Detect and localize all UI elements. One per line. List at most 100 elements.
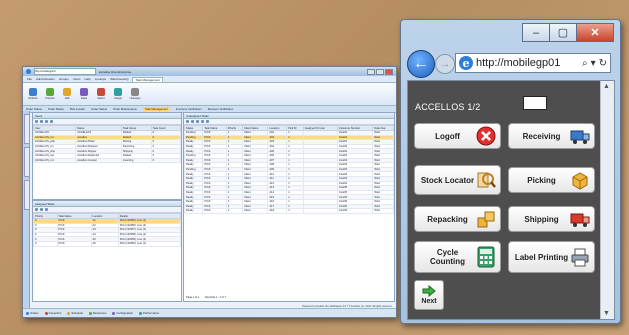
module-link[interactable]: Performance bbox=[139, 311, 159, 315]
module-link[interactable]: Resources bbox=[88, 311, 106, 315]
ribbon-button[interactable]: Process bbox=[44, 88, 56, 100]
minimize-icon[interactable] bbox=[367, 68, 375, 75]
assigned-panel: Assigned Tasks Priority Task Name Location… bbox=[32, 200, 182, 302]
pager-records: Records 1 - 7 of 7 bbox=[205, 296, 226, 299]
desktop-window-buttons bbox=[367, 68, 393, 75]
table-row[interactable]: 0 PICK A6 Pick (123460), Line (1) bbox=[33, 241, 182, 247]
workspace-tab[interactable]: Receiver Verification bbox=[208, 107, 234, 111]
ribbon-tab[interactable]: Administration bbox=[36, 77, 55, 81]
table-cell: 0 bbox=[33, 241, 58, 247]
unassigned-grid: Status Task Name Priority Client Name Locati… bbox=[183, 125, 394, 214]
menu-selection-input[interactable] bbox=[523, 96, 547, 110]
logoff-button[interactable]: Logoff bbox=[414, 123, 501, 149]
ribbon-button[interactable]: Refresh bbox=[27, 88, 39, 100]
table-cell: ACCELLOS_cnt bbox=[32, 157, 77, 164]
address-bar[interactable]: e http://mobilegp01 ⌕ ▾ ↻ bbox=[455, 53, 611, 73]
module-label: Inspection bbox=[48, 311, 62, 315]
workspace-tab[interactable]: Pick Locator bbox=[70, 107, 85, 111]
table-row[interactable]: ACCELLOS_cnt Accellos Counter Counting 0 bbox=[32, 157, 182, 164]
assigned-grid: Priority Task Name Location Details 0 PICK A1 P… bbox=[33, 213, 182, 247]
forward-button[interactable]: → bbox=[435, 54, 455, 74]
workspace-tab[interactable]: Order Maintenance bbox=[113, 107, 137, 111]
cycle-counting-label: Cycle Counting bbox=[429, 248, 466, 266]
ribbon-button-label: Refresh bbox=[28, 97, 38, 100]
repacking-button[interactable]: Repacking bbox=[414, 206, 501, 232]
module-icon bbox=[44, 311, 48, 315]
ribbon-tab[interactable]: Task Management bbox=[132, 76, 163, 82]
ribbon-button[interactable]: Add bbox=[61, 88, 73, 100]
ribbon-toolbar: Refresh Process Add Value Select Assign Unassi… bbox=[23, 83, 396, 106]
table-cell: A6 bbox=[90, 241, 119, 247]
cycle-counting-button[interactable]: Cycle Counting bbox=[414, 241, 501, 273]
vertical-scrollbar[interactable]: ▲ ▼ bbox=[600, 81, 614, 319]
workspace-tab[interactable]: Order Status bbox=[91, 107, 107, 111]
module-link[interactable]: Configuration bbox=[112, 311, 133, 315]
workspace-tab[interactable]: Inventory Verification bbox=[176, 107, 202, 111]
navigation-bar: ← → e http://mobilegp01 ⌕ ▾ ↻ bbox=[407, 50, 613, 78]
ribbon-tab[interactable]: Help bbox=[85, 77, 91, 81]
side-rail-tab[interactable] bbox=[24, 180, 30, 210]
ribbon-icon bbox=[46, 88, 54, 96]
scroll-down-icon[interactable]: ▼ bbox=[603, 310, 610, 317]
browser-titlebar: http://mobilegp01/ Accellos One Enterpri… bbox=[23, 67, 396, 76]
ribbon-tab[interactable]: Users bbox=[73, 77, 81, 81]
next-button[interactable]: Next bbox=[414, 280, 444, 310]
ribbon-button-label: Value bbox=[80, 97, 88, 100]
ribbon-button[interactable]: Unassign bbox=[129, 88, 141, 100]
ribbon-button[interactable]: Value bbox=[78, 88, 90, 100]
ribbon-tab[interactable]: Lookups bbox=[95, 77, 106, 81]
ie-logo-icon bbox=[26, 69, 31, 74]
refresh-icon[interactable]: ↻ bbox=[599, 58, 607, 69]
url-text[interactable]: http://mobilegp01 bbox=[476, 57, 579, 69]
module-icon bbox=[139, 311, 142, 315]
table-cell: Ready bbox=[183, 208, 204, 214]
module-link[interactable]: Schedule bbox=[67, 311, 83, 315]
pager: Page 1 of 1 Records 1 - 7 of 7 bbox=[186, 296, 226, 299]
table-row[interactable]: Ready PICK 1 Client A18 1 Cust06 Wed bbox=[183, 208, 394, 214]
panel-title: Assigned Tasks bbox=[35, 201, 55, 206]
receiving-button[interactable]: Receiving bbox=[508, 123, 595, 149]
table-cell: Counting bbox=[120, 157, 152, 164]
back-arrow-icon: ← bbox=[413, 55, 429, 72]
side-rail-tab[interactable] bbox=[24, 114, 30, 144]
browser-tab[interactable]: Accellos One Enterprise bbox=[99, 70, 131, 74]
panel-title: Unassigned Tasks bbox=[186, 113, 209, 118]
workspace-tab[interactable]: Order Status bbox=[48, 107, 64, 111]
label-printing-button[interactable]: Label Printing bbox=[508, 241, 595, 273]
close-button[interactable]: ✕ bbox=[577, 23, 614, 42]
module-statusbar: Orders Inspection Schedule Resources Configu… bbox=[23, 308, 396, 317]
ribbon-button[interactable]: Select bbox=[95, 88, 107, 100]
module-link[interactable]: Inspection bbox=[44, 311, 62, 315]
minimize-button[interactable]: – bbox=[522, 23, 550, 42]
ribbon-tab[interactable]: WarehouseIQ bbox=[110, 77, 128, 81]
ribbon-tab[interactable]: File bbox=[27, 77, 32, 81]
ribbon-button[interactable]: Assign bbox=[112, 88, 124, 100]
table-cell: Wed bbox=[372, 208, 394, 214]
next-label: Next bbox=[421, 298, 437, 305]
picking-button[interactable]: Picking bbox=[508, 167, 595, 193]
search-icon[interactable]: ⌕ bbox=[582, 58, 588, 69]
maximize-icon[interactable] bbox=[376, 68, 384, 75]
side-rail-tab[interactable] bbox=[24, 147, 30, 177]
module-link[interactable]: Orders bbox=[26, 311, 39, 315]
desktop-screenshot: http://mobilegp01/ Accellos One Enterpri… bbox=[22, 66, 397, 318]
stock-locator-button[interactable]: Stock Locator bbox=[414, 165, 501, 195]
back-button[interactable]: ← bbox=[407, 50, 435, 78]
table-cell: 0 bbox=[150, 157, 182, 164]
ribbon-icon bbox=[97, 88, 105, 96]
ie-logo-icon: e bbox=[459, 56, 473, 70]
ribbon-button-label: Add bbox=[64, 97, 70, 100]
maximize-button[interactable]: ▢ bbox=[550, 23, 577, 42]
close-icon[interactable] bbox=[385, 68, 393, 75]
ribbon-tab[interactable]: Groups bbox=[59, 77, 69, 81]
desktop-address-bar[interactable]: http://mobilegp01/ bbox=[34, 68, 96, 75]
dropdown-icon[interactable]: ▾ bbox=[591, 58, 596, 69]
scroll-up-icon[interactable]: ▲ bbox=[603, 83, 610, 90]
stock-locator-label: Stock Locator bbox=[420, 175, 475, 185]
shipping-button[interactable]: Shipping bbox=[508, 206, 595, 232]
module-icon bbox=[112, 311, 116, 315]
table-cell: A18 bbox=[267, 208, 288, 214]
ribbon-icon bbox=[114, 88, 122, 96]
workspace-tab[interactable]: Task Management bbox=[142, 107, 170, 111]
ribbon-icon bbox=[63, 88, 71, 96]
